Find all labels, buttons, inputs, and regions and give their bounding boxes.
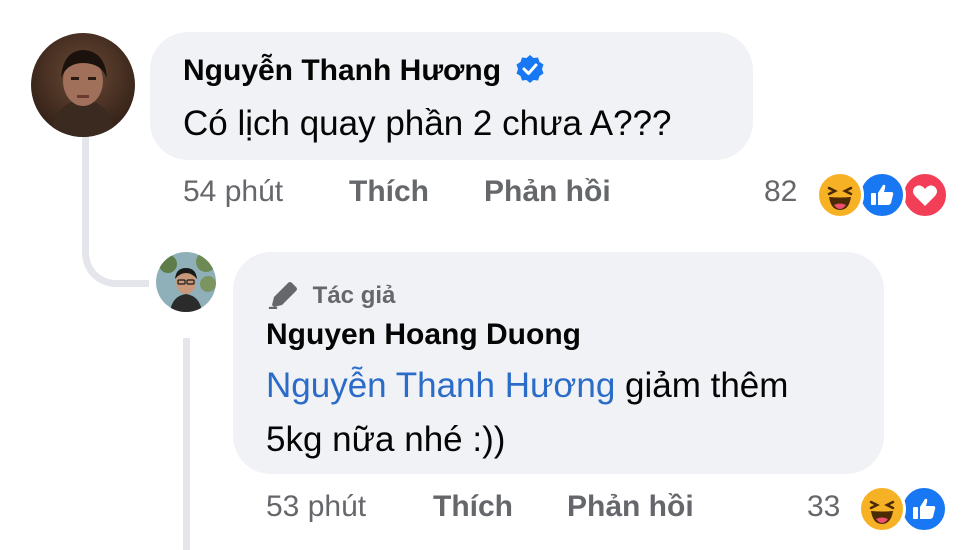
reply-time[interactable]: 53 phút [266,490,366,524]
love-icon[interactable] [901,171,949,219]
reply-button[interactable]: Phản hồi [484,175,611,209]
thread-line-reply [183,338,190,550]
comment-author-name[interactable]: Nguyễn Thanh Hương [183,54,501,87]
reply-avatar[interactable] [156,252,216,312]
comment-time[interactable]: 54 phút [183,175,283,209]
reply-author[interactable]: Nguyen Hoang Duong [266,318,581,352]
haha-icon[interactable] [816,171,864,219]
author-tag-label: Tác giả [312,282,396,309]
pencil-icon [268,282,297,310]
thread-line-main [82,135,89,245]
reply-avatar-image [156,252,216,312]
avatar[interactable] [31,33,135,137]
like-icon[interactable] [900,485,948,533]
avatar-image [31,33,135,137]
reply-reply-button[interactable]: Phản hồi [567,490,694,524]
reply-text: Nguyễn Thanh Hương giảm thêm 5kg nữa nhé… [266,359,866,467]
author-tag: Tác giả [266,279,395,310]
like-icon[interactable] [858,171,906,219]
reply-text-line-2: 5kg nữa nhé :)) [266,420,506,459]
reaction-count[interactable]: 82 [764,175,797,209]
haha-icon[interactable] [858,485,906,533]
mention-link[interactable]: Nguyễn Thanh Hương [266,366,615,405]
thread-elbow [82,230,149,287]
reply-reaction-count[interactable]: 33 [807,490,840,524]
comment-author[interactable]: Nguyễn Thanh Hương [183,54,545,88]
reply-like-button[interactable]: Thích [433,490,513,524]
comment-text: Có lịch quay phần 2 chưa A??? [183,104,672,143]
verified-badge-icon [516,55,544,83]
reply-text-line-1: Nguyễn Thanh Hương giảm thêm [266,359,866,413]
reply-text-line-1-rest: giảm thêm [615,366,789,405]
like-button[interactable]: Thích [349,175,429,209]
